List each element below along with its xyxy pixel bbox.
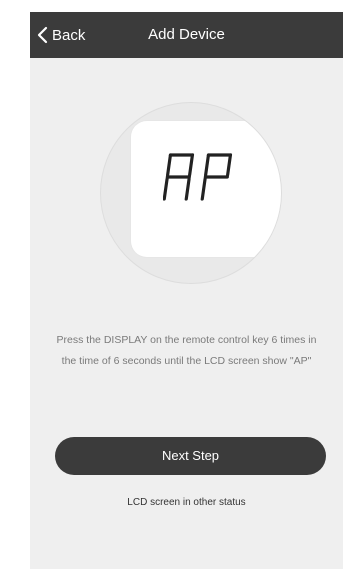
app-frame: Back Add Device Press the DISPLAY on the…: [0, 0, 343, 569]
lcd-illustration: AP: [100, 102, 282, 284]
add-device-screen: Back Add Device Press the DISPLAY on the…: [30, 12, 343, 569]
lcd-screen-card: AP: [131, 121, 281, 257]
lcd-segment-display: [163, 153, 233, 201]
instruction-text: Press the DISPLAY on the remote control …: [30, 330, 343, 372]
instruction-line-2: the time of 6 seconds until the LCD scre…: [61, 355, 312, 367]
chevron-left-icon: [37, 26, 48, 44]
instruction-line-1: Press the DISPLAY on the remote control …: [56, 334, 317, 346]
navigation-bar: Back Add Device: [30, 12, 343, 58]
next-step-button[interactable]: Next Step: [55, 437, 326, 475]
back-button[interactable]: Back: [36, 12, 85, 58]
back-label: Back: [52, 26, 86, 44]
lcd-other-status-link[interactable]: LCD screen in other status: [30, 497, 343, 508]
